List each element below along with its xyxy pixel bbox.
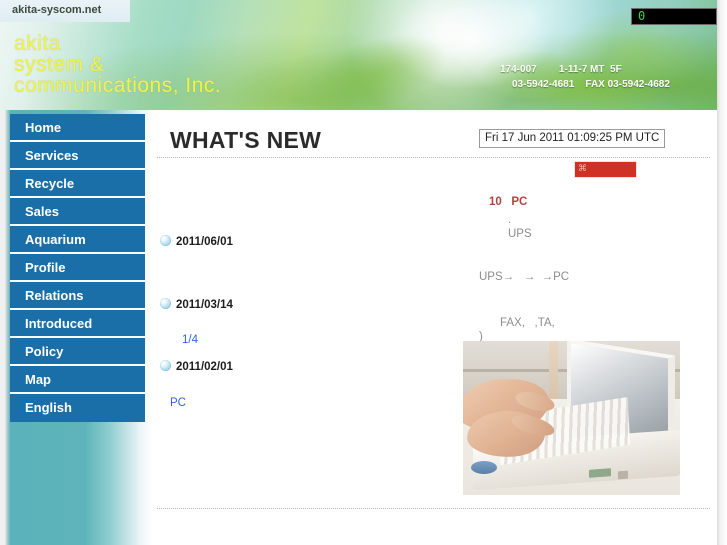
sidebar-item-aquarium[interactable]: Aquarium — [10, 226, 145, 254]
sidebar-item-relations[interactable]: Relations — [10, 282, 145, 310]
news-date: 2011/02/01 — [176, 361, 233, 373]
divider-top — [157, 157, 710, 158]
hit-counter-icon: 0 — [631, 8, 717, 25]
hit-counter-value: 0 — [638, 9, 646, 23]
contact-address: 174-007 1-11-7 MT 5F — [500, 64, 622, 75]
page-root: akita-syscom.net akita system & communic… — [0, 0, 727, 545]
list-item[interactable]: 2011/02/01 — [160, 360, 233, 373]
sidebar-item-home[interactable]: Home — [10, 114, 145, 142]
news-link[interactable]: PC — [170, 397, 186, 409]
sidebar: Home Services Recycle Sales Aquarium Pro… — [0, 110, 152, 545]
site-logo[interactable]: akita system & communications, Inc. — [14, 33, 221, 96]
list-item[interactable]: 2011/06/01 — [160, 235, 233, 248]
main-content: WHAT'S NEW Fri 17 Jun 2011 01:09:25 PM U… — [152, 110, 717, 545]
list-item[interactable]: 2011/03/14 — [160, 298, 233, 311]
sidebar-item-english[interactable]: English — [10, 394, 145, 422]
article-text: . — [508, 214, 512, 226]
sidebar-item-map[interactable]: Map — [10, 366, 145, 394]
contact-phone-fax: 03-5942-4681 FAX 03-5942-4682 — [512, 79, 670, 90]
site-url-label: akita-syscom.net — [12, 4, 102, 16]
news-link[interactable]: 1/4 — [182, 334, 198, 346]
datetime-value: Fri 17 Jun 2011 01:09:25 PM UTC — [485, 132, 660, 144]
logo-line-1: akita — [14, 32, 61, 55]
photo-laptop-port — [589, 468, 611, 478]
sidebar-item-policy[interactable]: Policy — [10, 338, 145, 366]
photo-laptop-port — [618, 470, 628, 480]
page-title: WHAT'S NEW — [170, 127, 322, 153]
article-text: UPS — [508, 228, 532, 240]
article-text: UPS→ → →PC — [479, 271, 570, 283]
article-text: FAX, ,TA, — [500, 317, 555, 329]
article-heading: 10 PC — [489, 196, 528, 208]
photo-door — [549, 341, 558, 401]
sidebar-item-services[interactable]: Services — [10, 142, 145, 170]
logo-line-3: communications, Inc. — [14, 74, 222, 97]
sidebar-nav: Home Services Recycle Sales Aquarium Pro… — [10, 114, 145, 422]
site-header: akita-syscom.net akita system & communic… — [0, 0, 717, 110]
logo-line-2: system & — [14, 53, 105, 76]
promo-banner[interactable]: ⌘ — [574, 161, 637, 178]
bubble-bullet-icon — [160, 298, 171, 309]
divider-bottom — [157, 508, 710, 509]
news-date: 2011/06/01 — [176, 236, 233, 248]
laptop-photo — [463, 341, 680, 495]
datetime-display: Fri 17 Jun 2011 01:09:25 PM UTC — [479, 129, 665, 148]
news-date: 2011/03/14 — [176, 299, 233, 311]
sidebar-item-recycle[interactable]: Recycle — [10, 170, 145, 198]
sidebar-item-profile[interactable]: Profile — [10, 254, 145, 282]
photo-mouse — [471, 461, 497, 474]
bubble-bullet-icon — [160, 360, 171, 371]
page-right-edge — [717, 0, 727, 545]
sidebar-item-sales[interactable]: Sales — [10, 198, 145, 226]
bubble-bullet-icon — [160, 235, 171, 246]
broken-image-icon: ⌘ — [578, 163, 587, 173]
sidebar-item-introduced[interactable]: Introduced — [10, 310, 145, 338]
